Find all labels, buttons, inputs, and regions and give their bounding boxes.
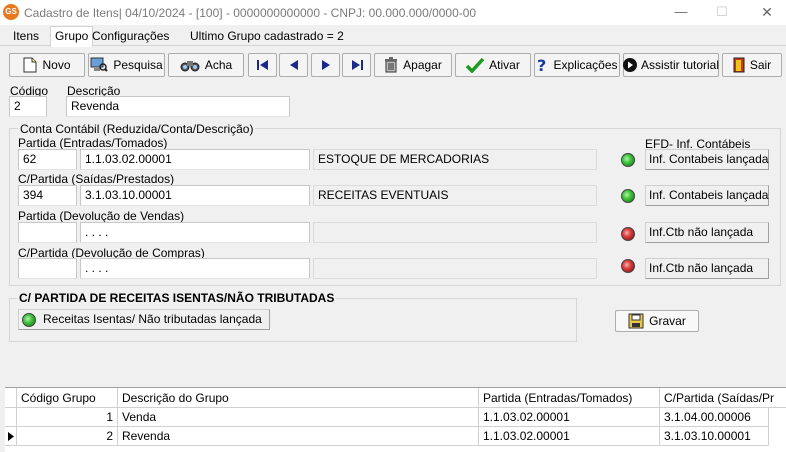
toolbar: Novo Pesquisa Acha Apagar Ativar ? Expli…: [0, 48, 786, 82]
partida-devolucao-vendas-conta[interactable]: . . . .: [80, 222, 310, 243]
current-row-arrow-icon: [7, 431, 14, 441]
isentas-label: C/ PARTIDA DE RECEITAS ISENTAS/NÃO TRIBU…: [17, 291, 337, 305]
pesquisa-button[interactable]: Pesquisa: [88, 53, 165, 77]
status-led-icon: [621, 227, 635, 241]
descricao-field[interactable]: Revenda: [66, 96, 290, 117]
svg-text:?: ?: [537, 57, 546, 73]
partida-devolucao-vendas-descricao: [313, 222, 597, 243]
tab-itens[interactable]: Itens: [9, 28, 43, 45]
last-group-label: Ultimo Grupo cadastrado = 2: [190, 29, 344, 43]
title-bar: GS Cadastro de Itens| 04/10/2024 - [100]…: [0, 0, 786, 25]
sair-label: Sair: [749, 58, 772, 72]
grid-cell-codigo: 2: [17, 427, 118, 446]
conta-group-label: Conta Contábil (Reduzida/Conta/Descrição…: [18, 122, 256, 136]
status-led-icon: [621, 189, 635, 203]
partida-entradas-conta[interactable]: 1.1.03.02.00001: [80, 149, 310, 170]
binoculars-icon: [180, 61, 200, 72]
grid-indicator-header: [5, 388, 17, 408]
grid-cell-cpartida: 3.1.03.10.00001: [660, 427, 769, 446]
inf-ctb-button-3[interactable]: Inf.Ctb não lançada: [645, 258, 769, 279]
save-icon: [628, 313, 644, 329]
gravar-label: Gravar: [649, 314, 686, 328]
status-led-icon: [22, 313, 36, 327]
inf-ctb-button-2[interactable]: Inf.Ctb não lançada: [645, 222, 769, 243]
grid-cell-codigo: 1: [17, 408, 118, 427]
ativar-button[interactable]: Ativar: [455, 53, 531, 77]
cpartida-saidas-descricao: RECEITAS EVENTUAIS: [313, 185, 597, 206]
app-icon: GS: [3, 4, 19, 20]
new-document-icon: [23, 57, 37, 73]
tab-grupo[interactable]: Grupo: [50, 26, 94, 47]
partida-devolucao-vendas-label: Partida (Devolução de Vendas): [18, 209, 185, 223]
grid-cell-descricao: Venda: [118, 408, 479, 427]
cpartida-devolucao-compras-reduzida[interactable]: [18, 258, 77, 279]
cpartida-devolucao-compras-conta[interactable]: . . . .: [80, 258, 310, 279]
codigo-field[interactable]: 2: [9, 96, 47, 117]
last-record-button[interactable]: [342, 53, 371, 77]
play-icon: [622, 58, 637, 72]
row-indicator: [5, 408, 17, 427]
sair-button[interactable]: Sair: [722, 53, 782, 77]
inf-contabeis-button-1[interactable]: Inf. Contabeis lançada: [645, 185, 769, 206]
next-record-button[interactable]: [311, 53, 340, 77]
checkmark-icon: [466, 57, 485, 73]
exit-door-icon: [733, 57, 745, 73]
receitas-isentas-button[interactable]: Receitas Isentas/ Não tributadas lançada: [18, 309, 270, 330]
explicacoes-button[interactable]: ? Explicações: [534, 53, 620, 77]
partida-devolucao-vendas-reduzida[interactable]: [18, 222, 77, 243]
partida-entradas-descricao: ESTOQUE DE MERCADORIAS: [313, 149, 597, 170]
grid-header-cpartida[interactable]: C/Partida (Saídas/Pr: [660, 388, 786, 408]
groups-grid: Código Grupo Descrição do Grupo Partida …: [5, 387, 786, 452]
grid-header-codigo[interactable]: Código Grupo: [17, 388, 118, 408]
status-led-icon: [621, 259, 635, 273]
acha-label: Acha: [204, 58, 233, 72]
apagar-label: Apagar: [403, 58, 442, 72]
cpartida-devolucao-compras-descricao: [313, 258, 597, 279]
grid-header-descricao[interactable]: Descrição do Grupo: [118, 388, 479, 408]
explicacoes-label: Explicações: [553, 58, 618, 72]
help-icon: ?: [537, 57, 546, 73]
grid-cell-partida: 1.1.03.02.00001: [479, 408, 660, 427]
status-led-icon: [621, 153, 635, 167]
close-button[interactable]: ✕: [750, 2, 784, 22]
cpartida-saidas-label: C/Partida (Saídas/Prestados): [18, 172, 175, 186]
search-computer-icon: [90, 57, 109, 72]
maximize-button[interactable]: ☐: [705, 2, 739, 22]
apagar-button[interactable]: Apagar: [374, 53, 452, 77]
next-icon: [321, 60, 330, 70]
assistir-tutorial-label: Assistir tutorial: [640, 58, 720, 72]
last-icon: [351, 60, 363, 70]
grid-cell-descricao: Revenda: [118, 427, 479, 446]
grid-cell-cpartida: 3.1.04.00.00006: [660, 408, 769, 427]
grid-header-partida[interactable]: Partida (Entradas/Tomados): [479, 388, 660, 408]
row-indicator: [5, 427, 17, 446]
previous-record-button[interactable]: [279, 53, 308, 77]
partida-entradas-label: Partida (Entradas/Tomados): [18, 136, 168, 150]
first-icon: [256, 60, 268, 70]
previous-icon: [289, 60, 298, 70]
cpartida-saidas-conta[interactable]: 3.1.03.10.00001: [80, 185, 310, 206]
trash-icon: [385, 57, 398, 73]
receitas-isentas-label: Receitas Isentas/ Não tributadas lançada: [43, 312, 262, 326]
minimize-button[interactable]: —: [664, 2, 698, 22]
partida-entradas-reduzida[interactable]: 62: [18, 149, 77, 170]
inf-contabeis-button-0[interactable]: Inf. Contabeis lançada: [645, 149, 769, 170]
window-title: Cadastro de Itens| 04/10/2024 - [100] - …: [24, 6, 477, 20]
assistir-tutorial-button[interactable]: Assistir tutorial: [622, 53, 720, 77]
ativar-label: Ativar: [489, 58, 520, 72]
novo-button[interactable]: Novo: [9, 53, 85, 77]
pesquisa-label: Pesquisa: [113, 58, 163, 72]
tab-bar: Itens Grupo Configurações Ultimo Grupo c…: [0, 26, 786, 47]
cpartida-saidas-reduzida[interactable]: 394: [18, 185, 77, 206]
novo-label: Novo: [42, 58, 71, 72]
grid-cell-partida: 1.1.03.02.00001: [479, 427, 660, 446]
first-record-button[interactable]: [248, 53, 277, 77]
tab-configuracoes[interactable]: Configurações: [88, 28, 173, 45]
acha-button[interactable]: Acha: [168, 53, 244, 77]
gravar-button[interactable]: Gravar: [615, 310, 699, 332]
